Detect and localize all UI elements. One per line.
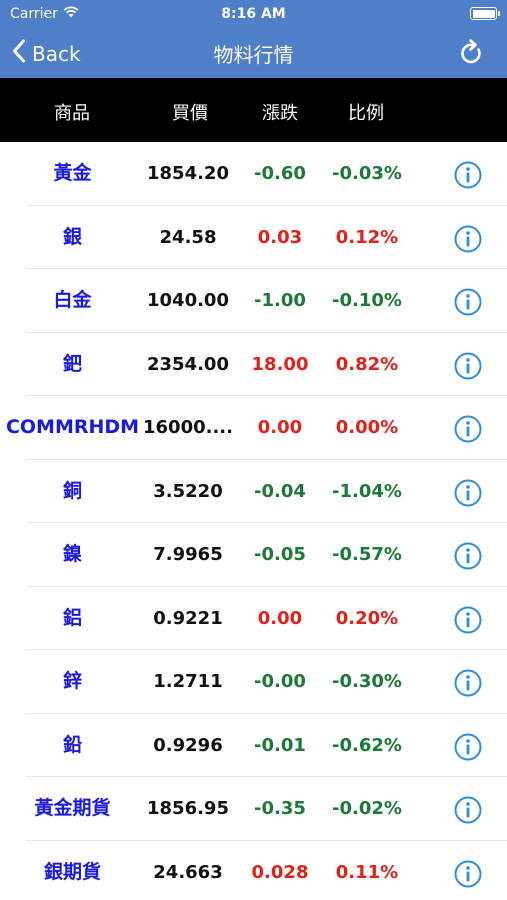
refresh-icon	[459, 39, 485, 71]
info-button[interactable]	[453, 478, 483, 508]
info-button[interactable]	[453, 287, 483, 317]
table-row[interactable]: 鎳 7.9965 -0.05 -0.57%	[0, 523, 507, 587]
percent-change: -0.30%	[332, 671, 402, 692]
bid-price: 3.5220	[153, 480, 223, 502]
bid-price: 24.58	[159, 226, 217, 248]
info-button[interactable]	[453, 414, 483, 444]
info-icon	[453, 733, 483, 766]
bid-price: 0.9296	[153, 734, 223, 756]
table-row[interactable]: 黃金期貨 1856.95 -0.35 -0.02%	[0, 777, 507, 841]
price-change: 18.00	[251, 353, 309, 375]
header-product: 商品	[54, 103, 90, 124]
price-change: -0.60	[254, 163, 306, 184]
commodity-name: 白金	[53, 289, 92, 311]
commodity-name: COMMRHDM	[5, 416, 140, 438]
percent-change: -0.03%	[332, 163, 402, 184]
info-icon	[453, 415, 483, 448]
commodity-name: 銅	[62, 479, 82, 502]
header-change: 漲跌	[262, 103, 298, 124]
info-button[interactable]	[453, 859, 483, 889]
info-button[interactable]	[453, 351, 483, 381]
price-change: -0.01	[254, 734, 306, 756]
table-row[interactable]: 銀 24.58 0.03 0.12%	[0, 206, 507, 269]
quote-list: 黃金 1854.20 -0.60 -0.03% 銀 24.58 0.03 0.12% 白金 104…	[0, 142, 507, 900]
info-icon	[453, 352, 483, 385]
table-row[interactable]: 鉛 0.9296 -0.01 -0.62%	[0, 714, 507, 777]
price-change: 0.00	[257, 417, 303, 438]
percent-change: -0.02%	[332, 798, 402, 819]
percent-change: -0.62%	[332, 734, 402, 756]
percent-change: -0.57%	[332, 544, 402, 565]
price-change: -0.00	[254, 671, 306, 692]
commodity-name: 鈀	[62, 352, 82, 375]
info-button[interactable]	[453, 160, 483, 190]
percent-change: -1.04%	[332, 480, 402, 502]
price-change: 0.028	[251, 861, 309, 883]
price-change: 0.00	[257, 607, 303, 629]
commodity-name: 鉛	[62, 733, 82, 756]
info-icon	[453, 860, 483, 893]
commodity-name: 銀	[62, 225, 82, 248]
info-icon	[453, 288, 483, 321]
commodity-name: 鋁	[62, 606, 82, 629]
battery-icon	[470, 7, 500, 20]
table-row[interactable]: 銀期貨 24.663 0.028 0.11%	[0, 841, 507, 900]
navigation-bar: Back 物料行情	[0, 28, 507, 78]
percent-change: 0.00%	[335, 417, 399, 438]
price-change: -0.04	[254, 480, 306, 502]
table-header: 商品 買價 漲跌 比例	[0, 78, 507, 142]
bid-price: 2354.00	[147, 353, 229, 375]
info-button[interactable]	[453, 541, 483, 571]
percent-change: 0.12%	[335, 226, 399, 248]
header-bid: 買價	[172, 103, 208, 124]
top-bar: Carrier 8:16 AM Back 物料行情	[0, 0, 507, 78]
header-percent: 比例	[348, 103, 384, 124]
info-icon	[453, 669, 483, 702]
bid-price: 7.9965	[153, 544, 223, 565]
price-change: 0.03	[257, 226, 303, 248]
status-time: 8:16 AM	[221, 6, 286, 22]
percent-change: -0.10%	[332, 290, 402, 311]
percent-change: 0.82%	[335, 353, 399, 375]
info-icon	[453, 161, 483, 194]
status-bar: Carrier 8:16 AM	[0, 0, 507, 28]
price-change: -0.35	[254, 798, 306, 819]
refresh-button[interactable]	[459, 39, 485, 71]
commodity-name: 鎳	[62, 543, 82, 565]
info-icon	[453, 606, 483, 639]
bid-price: 16000....	[143, 417, 233, 438]
table-row[interactable]: 鋁 0.9221 0.00 0.20%	[0, 587, 507, 650]
percent-change: 0.20%	[335, 607, 399, 629]
bid-price: 1854.20	[147, 163, 229, 184]
commodity-name: 鋅	[62, 670, 82, 692]
percent-change: 0.11%	[335, 861, 399, 883]
bid-price: 0.9221	[153, 607, 223, 629]
info-icon	[453, 542, 483, 575]
commodity-name: 黃金期貨	[34, 797, 111, 819]
table-row[interactable]: COMMRHDM 16000.... 0.00 0.00%	[0, 396, 507, 460]
bid-price: 24.663	[153, 861, 223, 883]
info-icon	[453, 479, 483, 512]
price-change: -0.05	[254, 544, 306, 565]
table-row[interactable]: 鋅 1.2711 -0.00 -0.30%	[0, 650, 507, 714]
bid-price: 1040.00	[147, 290, 229, 311]
info-button[interactable]	[453, 668, 483, 698]
table-row[interactable]: 鈀 2354.00 18.00 0.82%	[0, 333, 507, 396]
info-icon	[453, 225, 483, 258]
commodity-name: 銀期貨	[43, 860, 101, 883]
commodity-name: 黃金	[53, 162, 92, 184]
price-change: -1.00	[254, 290, 306, 311]
bid-price: 1856.95	[147, 798, 229, 819]
table-row[interactable]: 銅 3.5220 -0.04 -1.04%	[0, 460, 507, 523]
info-icon	[453, 796, 483, 829]
table-row[interactable]: 黃金 1854.20 -0.60 -0.03%	[0, 142, 507, 206]
page-title: 物料行情	[213, 43, 294, 67]
bid-price: 1.2711	[153, 671, 223, 692]
info-button[interactable]	[453, 605, 483, 635]
info-button[interactable]	[453, 795, 483, 825]
info-button[interactable]	[453, 224, 483, 254]
info-button[interactable]	[453, 732, 483, 762]
table-row[interactable]: 白金 1040.00 -1.00 -0.10%	[0, 269, 507, 333]
